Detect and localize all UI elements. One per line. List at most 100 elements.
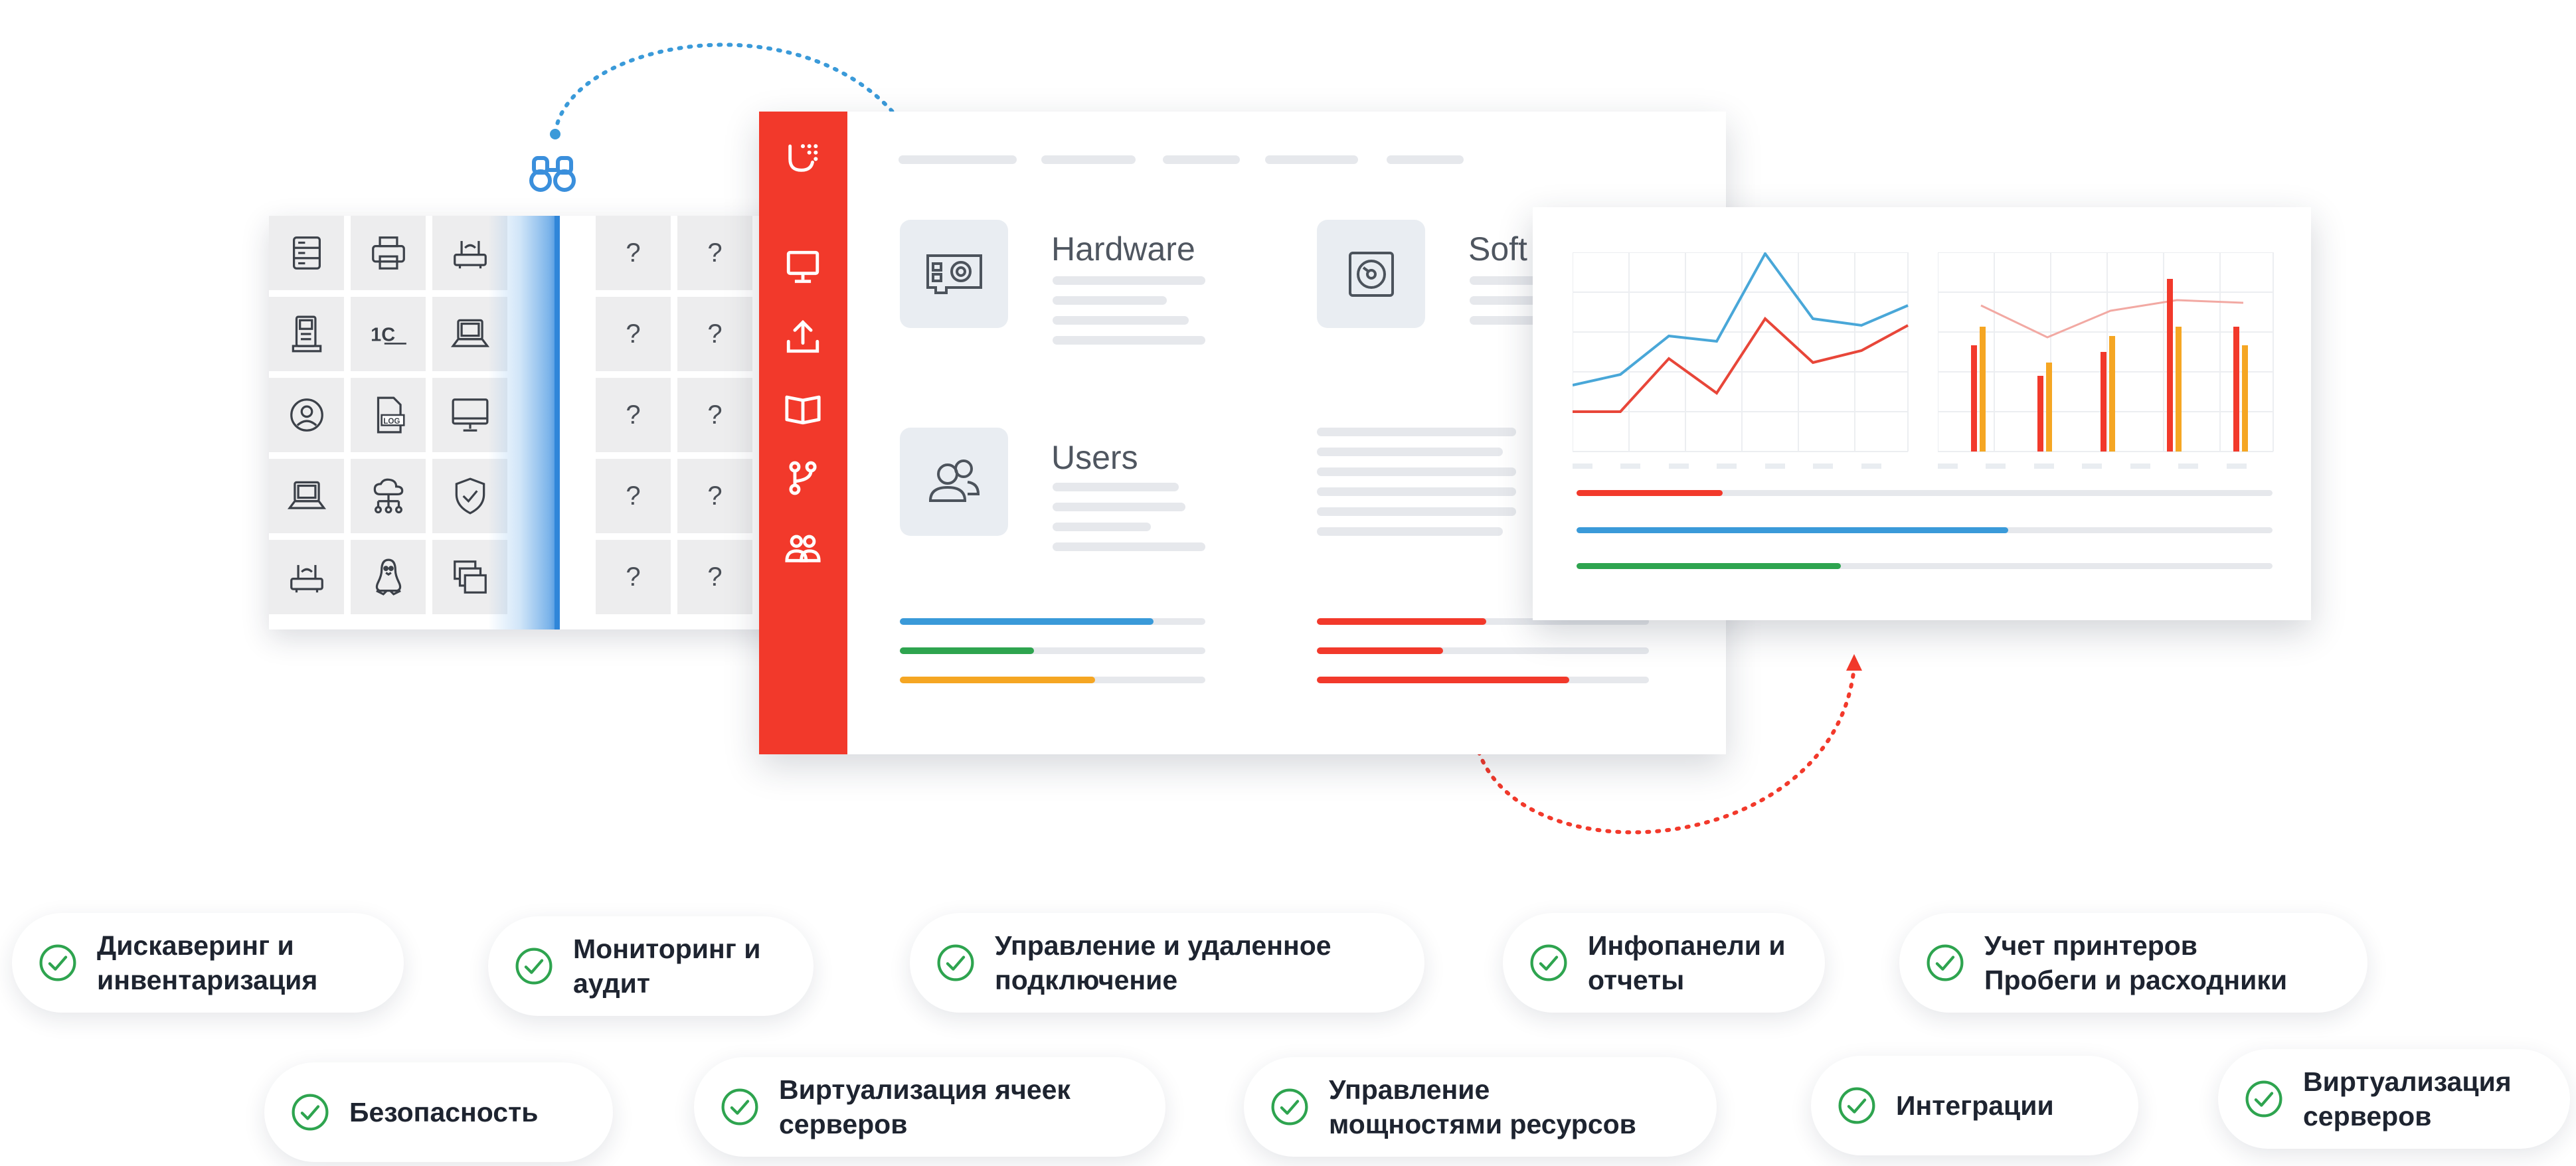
text-placeholder: [1053, 336, 1205, 345]
user-circle-icon: [269, 378, 344, 452]
unknown-device-cell: ?: [596, 216, 671, 290]
feature-pill-dashboards[interactable]: Инфопанели и отчеты: [1503, 913, 1825, 1013]
text-placeholder: [1053, 276, 1205, 285]
discovery-scan-line: [555, 216, 560, 629]
feature-label: Управление мощностями ресурсов: [1329, 1074, 1636, 1139]
software-title: Soft: [1468, 230, 1527, 268]
check-circle-icon: [39, 944, 76, 981]
1c-logo-text: 1С: [371, 324, 395, 345]
feature-label: Виртуализация ячеек серверов: [779, 1074, 1071, 1139]
laptop-icon: [269, 459, 344, 533]
text-placeholder: [1053, 316, 1189, 325]
monitor-icon[interactable]: [784, 248, 822, 286]
progress-bar: [900, 647, 1035, 654]
progress-bar: [1317, 677, 1569, 683]
bar-chart: [1938, 252, 2274, 469]
feature-pill-monitoring[interactable]: Мониторинг и аудит: [488, 916, 814, 1016]
check-circle-icon: [1838, 1087, 1875, 1124]
check-circle-icon: [937, 944, 974, 981]
text-placeholder: [1317, 487, 1516, 496]
feature-label: Безопасность: [349, 1097, 539, 1127]
progress-bar: [1577, 527, 2008, 533]
text-placeholder: [1053, 503, 1185, 511]
software-progress-group: [1317, 618, 1649, 691]
hardware-card-icon[interactable]: [900, 220, 1008, 328]
feature-pill-printers[interactable]: Учет принтеров Пробеги и расходники: [1899, 913, 2367, 1013]
software-card-icon[interactable]: [1317, 220, 1425, 328]
progress-bar: [1317, 647, 1443, 654]
unknown-device-cell: ?: [596, 540, 671, 614]
logo-icon[interactable]: [784, 138, 822, 177]
device-discovery-grid: ? ? ? 1С ? ? ? LOG ? ? ? ? ? ?: [269, 216, 794, 629]
text-placeholder: [1317, 527, 1503, 536]
feature-label: Виртуализация серверов: [2303, 1066, 2512, 1131]
hardware-title: Hardware: [1051, 230, 1195, 268]
text-placeholder: [1053, 296, 1167, 305]
users-title: Users: [1051, 439, 1138, 476]
nav-placeholder: [1265, 155, 1358, 164]
text-placeholder: [1053, 523, 1151, 531]
progress-bar: [1317, 618, 1486, 625]
feature-label: Управление и удаленное подключение: [995, 930, 1331, 995]
users-card-icon[interactable]: [900, 428, 1008, 536]
book-icon[interactable]: [784, 389, 822, 428]
upload-icon[interactable]: [784, 317, 822, 356]
feature-label: Дискаверинг и инвентаризация: [97, 930, 318, 995]
feature-label: Инфопанели и отчеты: [1588, 930, 1786, 995]
text-placeholder: [1317, 448, 1503, 456]
unknown-device-cell: ?: [596, 378, 671, 452]
phone-icon: [269, 297, 344, 371]
cloud-network-icon: [351, 459, 426, 533]
feature-pill-server-virtualization[interactable]: Виртуализация серверов: [2218, 1049, 2570, 1149]
unknown-device-cell: ?: [596, 459, 671, 533]
check-circle-icon: [2245, 1080, 2282, 1118]
check-circle-icon: [1927, 944, 1964, 981]
unknown-device-cell: ?: [596, 297, 671, 371]
log-file-text: LOG: [383, 417, 400, 426]
text-placeholder: [1053, 542, 1205, 551]
unknown-device-cell: ?: [677, 459, 752, 533]
unknown-device-cell: ?: [677, 216, 752, 290]
unknown-device-cell: ?: [677, 297, 752, 371]
log-file-icon: LOG: [351, 378, 426, 452]
printer-icon: [351, 216, 426, 290]
feature-label: Интеграции: [1896, 1090, 2054, 1121]
check-circle-icon: [1530, 944, 1567, 981]
progress-bar: [1577, 563, 1842, 569]
feature-pill-security[interactable]: Безопасность: [264, 1062, 613, 1162]
feature-pill-discovery[interactable]: Дискаверинг и инвентаризация: [12, 913, 404, 1013]
feature-pill-integrations[interactable]: Интеграции: [1811, 1056, 2138, 1155]
feature-pill-capacity[interactable]: Управление мощностями ресурсов: [1244, 1057, 1717, 1157]
nav-placeholder: [899, 155, 1017, 164]
nav-placeholder: [1041, 155, 1136, 164]
progress-bar: [900, 618, 1154, 625]
line-chart: [1573, 252, 1909, 469]
unknown-device-cell: ?: [677, 540, 752, 614]
feature-pill-virtualization-cells[interactable]: Виртуализация ячеек серверов: [694, 1057, 1165, 1157]
progress-bar: [1577, 490, 1723, 496]
linux-icon: [351, 540, 426, 614]
server-icon: [269, 216, 344, 290]
router-icon: [269, 540, 344, 614]
check-circle-icon: [515, 948, 553, 985]
discovery-scan-beam: [488, 216, 560, 629]
text-placeholder: [1317, 507, 1516, 516]
feature-pill-remote[interactable]: Управление и удаленное подключение: [910, 913, 1424, 1013]
check-circle-icon: [721, 1088, 758, 1125]
report-progress-group: [1577, 490, 2273, 570]
users-icon[interactable]: [784, 529, 822, 567]
check-circle-icon: [1271, 1088, 1308, 1125]
text-placeholder: [1053, 483, 1179, 491]
1c-logo-icon: 1С: [351, 297, 426, 371]
feature-label: Мониторинг и аудит: [573, 934, 761, 999]
nav-placeholder: [1163, 155, 1240, 164]
git-branch-icon[interactable]: [784, 459, 822, 497]
progress-bar: [900, 677, 1096, 683]
binoculars-icon: [529, 156, 576, 192]
check-circle-icon: [292, 1094, 329, 1131]
sidebar: [759, 112, 847, 754]
text-placeholder: [1317, 467, 1516, 476]
unknown-device-cell: ?: [677, 378, 752, 452]
report-card: [1533, 207, 2311, 620]
hardware-progress-group: [900, 618, 1205, 691]
